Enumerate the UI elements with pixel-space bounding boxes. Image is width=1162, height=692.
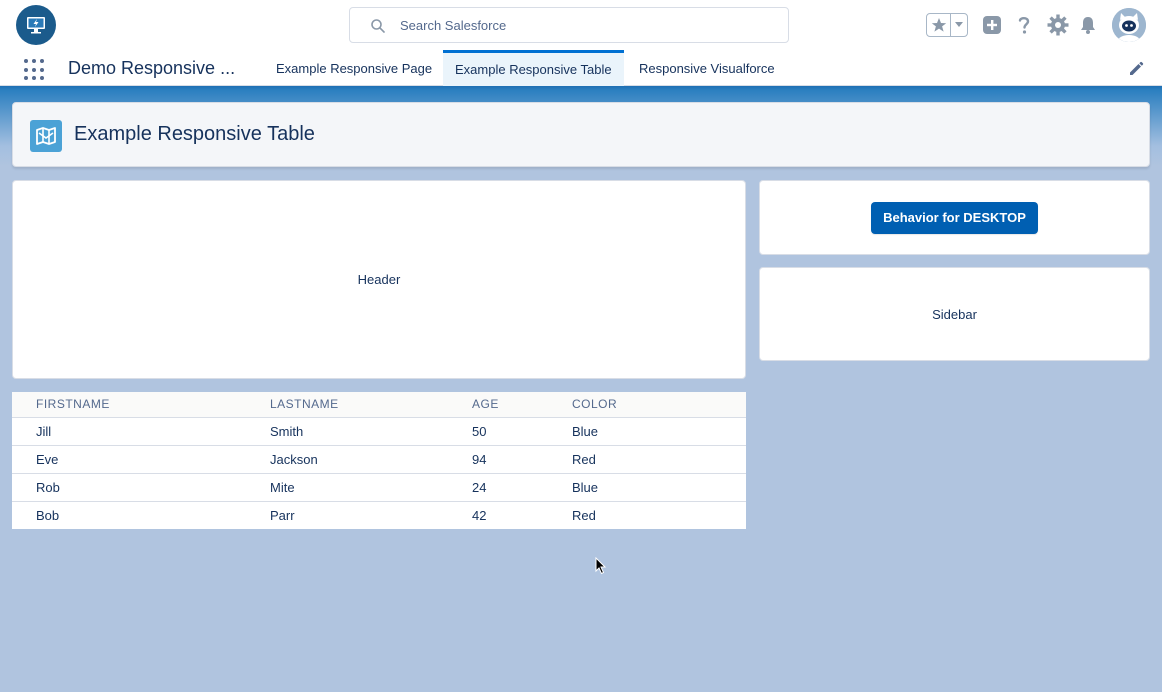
column-header-age[interactable]: AGE <box>448 392 548 418</box>
setup-button[interactable] <box>1046 13 1070 37</box>
global-actions-button[interactable] <box>980 13 1004 37</box>
cell-age: 94 <box>448 445 548 474</box>
tab-example-responsive-table[interactable]: Example Responsive Table <box>443 50 624 86</box>
behavior-card: Behavior for DESKTOP <box>759 180 1150 255</box>
responsive-table: FIRSTNAME LASTNAME AGE COLOR Jill Smith … <box>12 392 746 529</box>
notifications-button[interactable] <box>1076 13 1100 37</box>
app-launcher-dot <box>40 76 44 81</box>
table-row: Rob Mite 24 Blue <box>12 473 746 502</box>
cell-age: 42 <box>472 507 487 523</box>
favorites-star-button[interactable] <box>927 14 951 36</box>
cell-age: 50 <box>448 417 548 446</box>
gear-icon <box>1047 14 1069 36</box>
cell-lastname: Mite <box>246 473 448 502</box>
app-launcher-dot <box>32 59 36 63</box>
tab-label: Example Responsive Page <box>276 60 433 76</box>
cell-lastname: Parr <box>270 507 295 523</box>
cell-firstname: Jill <box>12 417 246 446</box>
app-logo[interactable] <box>16 5 56 45</box>
mouse-cursor-icon <box>595 557 607 575</box>
column-header-color[interactable]: COLOR <box>548 392 746 418</box>
sidebar-card: Sidebar <box>759 267 1150 361</box>
favorites-button-group[interactable] <box>926 13 968 37</box>
header-card-label: Header <box>357 272 401 287</box>
avatar[interactable] <box>1112 8 1146 42</box>
chevron-down-icon <box>955 22 963 27</box>
star-icon <box>931 18 946 32</box>
bell-icon <box>1081 17 1095 34</box>
cell-age: 24 <box>448 473 548 502</box>
pencil-icon[interactable] <box>1128 61 1144 77</box>
column-header-lastname[interactable]: LASTNAME <box>246 392 448 418</box>
page-title: Example Responsive Table <box>74 123 315 145</box>
lightning-monitor-icon <box>27 17 45 34</box>
cell-color: Red <box>548 445 746 474</box>
table-row: Eve Jackson 94 Red <box>12 445 746 474</box>
app-launcher-dot <box>24 59 28 63</box>
table-row: Jill Smith 50 Blue <box>12 417 746 446</box>
cell-color: Blue <box>548 417 746 446</box>
cell-lastname: Jackson <box>246 445 448 474</box>
tab-label: Responsive Visualforce <box>639 60 775 76</box>
search-input[interactable] <box>400 8 780 42</box>
help-button[interactable] <box>1012 13 1036 37</box>
tab-responsive-visualforce[interactable]: Responsive Visualforce <box>627 50 787 86</box>
sidebar-card-label: Sidebar <box>932 306 977 322</box>
app-launcher-dot <box>24 67 28 72</box>
page-icon <box>30 120 62 152</box>
app-launcher-dot <box>40 59 44 63</box>
app-launcher-dot <box>24 76 28 81</box>
cell-color: Red <box>572 507 596 523</box>
column-header-firstname[interactable]: FIRSTNAME <box>12 392 246 418</box>
cell-firstname: Rob <box>12 473 246 502</box>
search-icon <box>371 19 385 33</box>
page-header: Example Responsive Table <box>12 102 1150 167</box>
app-launcher-dot <box>40 67 44 72</box>
behavior-button[interactable]: Behavior for DESKTOP <box>871 201 1038 234</box>
add-icon <box>983 16 1001 34</box>
app-launcher-dot <box>32 76 36 81</box>
cell-firstname: Eve <box>12 445 246 474</box>
table-row: Bob Parr 42 Red <box>12 501 746 529</box>
tab-example-responsive-page[interactable]: Example Responsive Page <box>264 50 444 86</box>
table-header-row: FIRSTNAME LASTNAME AGE COLOR <box>12 392 746 418</box>
favorites-menu-button[interactable] <box>951 14 967 36</box>
astro-avatar-icon <box>1112 8 1146 42</box>
search-box[interactable] <box>349 7 789 43</box>
cell-color: Blue <box>548 473 746 502</box>
cell-firstname: Bob <box>36 507 60 523</box>
app-launcher-dot <box>32 67 36 72</box>
app-name: Demo Responsive ... <box>68 58 236 78</box>
help-icon <box>1018 16 1030 34</box>
header-card: Header <box>12 180 746 379</box>
cell-lastname: Smith <box>246 417 448 446</box>
tab-label: Example Responsive Table <box>455 62 612 77</box>
map-icon <box>36 127 56 145</box>
global-header <box>0 0 1162 50</box>
app-launcher-button[interactable] <box>24 59 46 81</box>
navigation-bar: Demo Responsive ... Example Responsive P… <box>0 50 1162 86</box>
